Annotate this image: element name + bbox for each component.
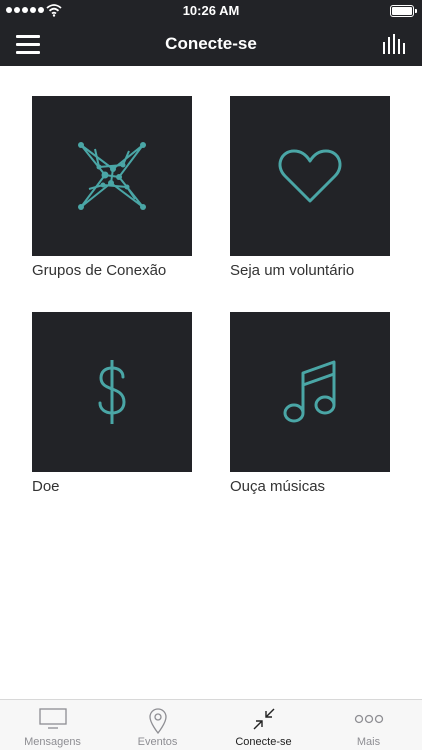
tile-label: Ouça músicas xyxy=(230,478,326,495)
tile-ouca-musicas[interactable]: Ouça músicas xyxy=(230,312,390,495)
tile-doe[interactable]: Doe xyxy=(32,312,192,495)
tab-label: Mensagens xyxy=(24,736,81,748)
collapse-arrows-icon xyxy=(253,708,274,730)
heart-icon xyxy=(278,149,342,203)
page-title: Conecte-se xyxy=(165,34,257,53)
battery-tip xyxy=(415,9,417,13)
location-pin-icon xyxy=(148,708,167,734)
status-bar: 10:26 AM xyxy=(0,0,422,22)
tile-label: Grupos de Conexão xyxy=(32,262,167,279)
tab-label: Eventos xyxy=(137,736,178,748)
tab-conecte-se[interactable]: Conecte-se xyxy=(211,700,316,750)
nav-bar: Conecte-se xyxy=(0,22,422,66)
tile-grupos-de-conexao[interactable]: Grupos de Conexão xyxy=(32,96,192,279)
network-star-icon xyxy=(78,142,146,210)
audio-bars-icon[interactable] xyxy=(382,34,408,54)
more-dots-icon xyxy=(354,714,383,724)
tab-label: Conecte-se xyxy=(235,736,292,748)
tile-label: Doe xyxy=(32,478,60,495)
tile-label: Seja um voluntário xyxy=(230,262,355,279)
tab-mensagens[interactable]: Mensagens xyxy=(0,700,105,750)
music-note-icon xyxy=(283,360,336,423)
tile-seja-um-voluntario[interactable]: Seja um voluntário xyxy=(230,96,390,279)
tv-icon xyxy=(38,708,67,729)
tile-image xyxy=(32,96,192,256)
dollar-icon xyxy=(98,360,126,424)
tab-mais[interactable]: Mais xyxy=(316,700,421,750)
tab-bar: Mensagens Eventos Conecte-se Mais xyxy=(0,699,422,750)
status-time: 10:26 AM xyxy=(182,3,240,18)
tab-eventos[interactable]: Eventos xyxy=(105,700,210,750)
tab-label: Mais xyxy=(356,736,381,748)
battery-icon xyxy=(390,5,414,17)
tile-image xyxy=(230,96,390,256)
tile-image xyxy=(230,312,390,472)
tile-image xyxy=(32,312,192,472)
